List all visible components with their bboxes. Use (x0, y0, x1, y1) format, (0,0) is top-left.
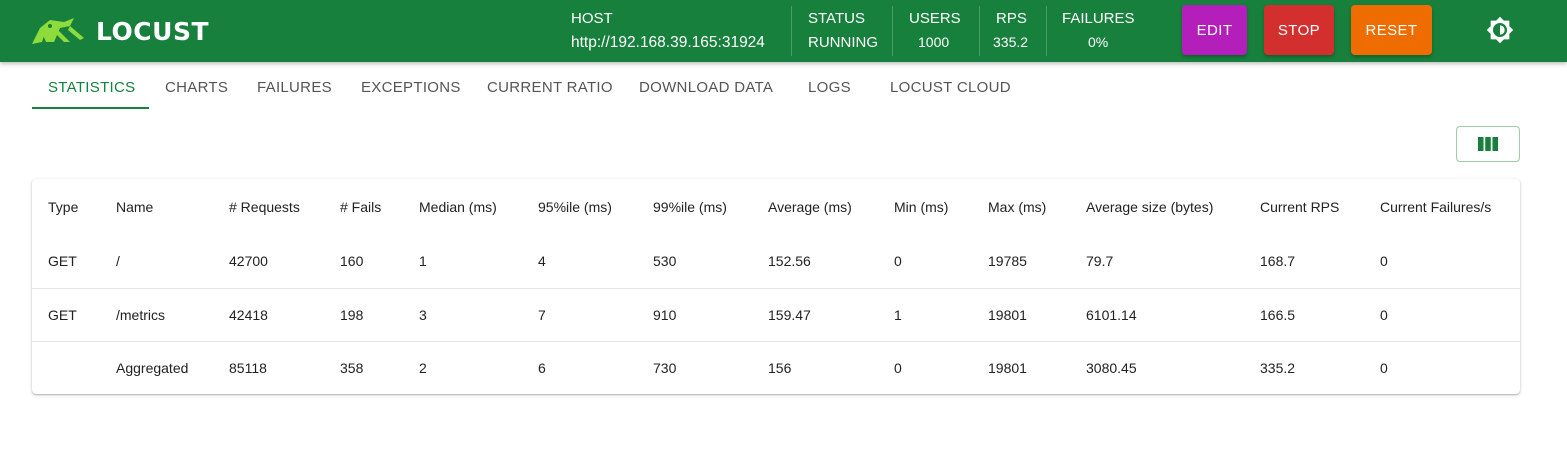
users-stat: USERS 1000 (909, 0, 969, 62)
table-cell: 2 (403, 340, 522, 394)
rps-value: 335.2 (993, 34, 1029, 50)
column-header[interactable]: 99%ile (ms) (637, 179, 752, 235)
brightness-icon[interactable] (1486, 16, 1514, 44)
table-cell: 0 (878, 340, 972, 394)
header-divider (892, 6, 893, 56)
tab-locust-cloud[interactable]: LOCUST CLOUD (890, 64, 1011, 110)
table-cell: 358 (324, 340, 403, 394)
table-cell: / (116, 253, 120, 270)
host-label: HOST (571, 10, 613, 27)
column-header[interactable]: 95%ile (ms) (522, 179, 637, 235)
column-header[interactable]: Type (32, 179, 100, 235)
table-cell: 530 (653, 253, 677, 270)
header-divider (791, 6, 792, 56)
table-cell: 42418 (213, 287, 324, 341)
stop-button[interactable]: STOP (1264, 5, 1334, 55)
table-cell: 6101.14 (1070, 287, 1244, 341)
table-row: GET / 42700 160 1 4 530 152.56 0 19785 7… (32, 235, 1520, 288)
table-cell: 0 (1364, 287, 1520, 341)
statistics-table: Type Name # Requests # Fails Median (ms)… (32, 179, 1520, 394)
table-cell: 168.7 (1260, 253, 1296, 270)
table-cell: /metrics (100, 287, 213, 341)
status-label: STATUS (808, 10, 865, 27)
table-cell: 1 (878, 287, 972, 341)
brand-name: LOCUST (96, 16, 209, 46)
column-header[interactable]: # Requests (213, 179, 324, 235)
reset-button[interactable]: RESET (1351, 5, 1432, 55)
table-cell: 0 (1380, 253, 1388, 270)
status-stat: STATUS RUNNING (808, 0, 888, 62)
users-value: 1000 (918, 34, 950, 50)
table-cell: 79.7 (1086, 253, 1114, 270)
locust-logo[interactable]: LOCUST (30, 15, 209, 47)
table-cell: Aggregated (100, 340, 213, 394)
tab-active-indicator (32, 107, 149, 109)
table-cell: 3080.45 (1070, 340, 1244, 394)
header-divider (1046, 6, 1047, 56)
column-header[interactable]: # Fails (324, 179, 403, 235)
tab-current-ratio[interactable]: CURRENT RATIO (487, 64, 613, 110)
table-header-row: Type Name # Requests # Fails Median (ms)… (32, 179, 1520, 235)
column-selector-button[interactable] (1456, 126, 1520, 162)
table-row-aggregated: Aggregated 85118 358 2 6 730 156 0 19801… (32, 340, 1520, 394)
status-value: RUNNING (808, 34, 878, 51)
table-cell: 85118 (213, 340, 324, 394)
locust-logo-icon (32, 18, 84, 44)
failures-label: FAILURES (1062, 10, 1135, 27)
table-cell: 159.47 (752, 287, 878, 341)
tab-failures[interactable]: FAILURES (257, 64, 332, 110)
table-cell: 166.5 (1244, 287, 1364, 341)
table-cell: 19785 (988, 253, 1027, 270)
table-cell: 0 (1364, 340, 1520, 394)
column-header[interactable]: Current Failures/s (1364, 179, 1520, 235)
table-cell: 730 (637, 340, 752, 394)
users-label: USERS (909, 10, 961, 27)
table-cell: 6 (522, 340, 637, 394)
table-cell: 19801 (972, 287, 1070, 341)
table-cell: 19801 (972, 340, 1070, 394)
column-header[interactable]: Max (ms) (972, 179, 1070, 235)
tab-exceptions[interactable]: EXCEPTIONS (361, 64, 461, 110)
table-row: GET /metrics 42418 198 3 7 910 159.47 1 … (32, 287, 1520, 341)
host-value: http://192.168.39.165:31924 (571, 34, 765, 51)
host-stat: HOST http://192.168.39.165:31924 (571, 0, 781, 62)
table-cell: 0 (894, 253, 902, 270)
table-cell: 156 (752, 340, 878, 394)
statistics-table-card: Type Name # Requests # Fails Median (ms)… (32, 179, 1520, 394)
column-header[interactable]: Median (ms) (403, 179, 522, 235)
table-cell: 910 (637, 287, 752, 341)
table-cell: 160 (340, 253, 364, 270)
rps-label: RPS (996, 10, 1027, 27)
failures-stat: FAILURES 0% (1062, 0, 1142, 62)
header-divider (979, 6, 980, 56)
table-cell: 198 (324, 287, 403, 341)
table-cell: 1 (419, 253, 427, 270)
table-cell: 152.56 (768, 253, 811, 270)
view-columns-icon (1478, 137, 1498, 151)
table-cell: GET (48, 253, 77, 270)
tab-statistics[interactable]: STATISTICS (48, 64, 135, 110)
column-header[interactable]: Min (ms) (878, 179, 972, 235)
table-cell: 42700 (229, 253, 268, 270)
table-cell: 335.2 (1244, 340, 1364, 394)
column-header[interactable]: Name (100, 179, 213, 235)
rps-stat: RPS 335.2 (993, 0, 1036, 62)
table-cell: 4 (538, 253, 546, 270)
column-header[interactable]: Average size (bytes) (1070, 179, 1244, 235)
edit-button[interactable]: EDIT (1182, 5, 1247, 55)
tab-charts[interactable]: CHARTS (165, 64, 228, 110)
table-cell: 3 (403, 287, 522, 341)
table-cell: GET (32, 287, 100, 341)
column-header[interactable]: Average (ms) (752, 179, 878, 235)
tab-logs[interactable]: LOGS (808, 64, 851, 110)
column-header[interactable]: Current RPS (1244, 179, 1364, 235)
table-cell (32, 340, 100, 394)
tab-download-data[interactable]: DOWNLOAD DATA (639, 64, 773, 110)
app-header: LOCUST HOST http://192.168.39.165:31924 … (0, 0, 1567, 62)
failures-value: 0% (1088, 34, 1109, 50)
table-cell: 7 (522, 287, 637, 341)
